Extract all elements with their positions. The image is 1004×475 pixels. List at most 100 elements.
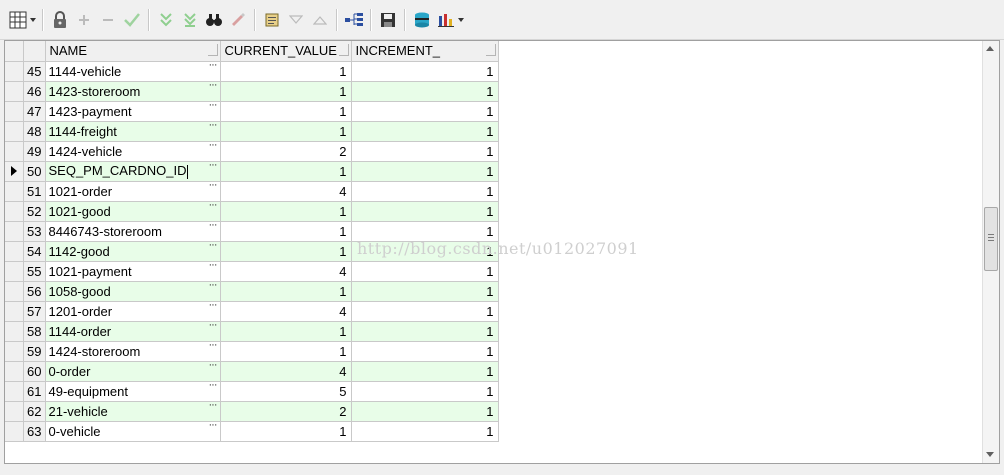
table-row[interactable]: 61 49-equipment ··· 5 1 <box>5 381 499 402</box>
cell-current-value[interactable]: 1 <box>220 121 352 142</box>
cell-increment[interactable]: 1 <box>351 101 499 122</box>
table-row[interactable]: 53 8446743-storeroom ··· 1 1 <box>5 221 499 242</box>
cell-name[interactable]: 1144-vehicle ··· <box>45 61 221 82</box>
cell-current-value[interactable]: 4 <box>220 361 352 382</box>
row-indicator[interactable] <box>5 341 24 362</box>
find-icon[interactable] <box>203 9 225 31</box>
table-row[interactable]: 46 1423-storeroom ··· 1 1 <box>5 81 499 102</box>
cell-name[interactable]: 49-equipment ··· <box>45 381 221 402</box>
header-increment-filter-icon[interactable] <box>485 44 496 56</box>
cell-name[interactable]: SEQ_PM_CARDNO_ID ··· <box>45 161 221 182</box>
table-row[interactable]: 62 21-vehicle ··· 2 1 <box>5 401 499 422</box>
header-name-filter-icon[interactable] <box>207 44 218 56</box>
cell-current-value[interactable]: 1 <box>220 101 352 122</box>
row-indicator[interactable] <box>5 221 24 242</box>
lock-icon[interactable] <box>49 9 71 31</box>
cell-current-value[interactable]: 1 <box>220 161 352 182</box>
table-row[interactable]: 60 0-order ··· 4 1 <box>5 361 499 382</box>
cell-increment[interactable]: 1 <box>351 421 499 442</box>
add-icon[interactable] <box>73 9 95 31</box>
up-icon[interactable] <box>309 9 331 31</box>
vertical-scrollbar[interactable] <box>982 41 999 463</box>
row-indicator[interactable] <box>5 81 24 102</box>
cell-ellipsis-button[interactable]: ··· <box>209 161 218 171</box>
cell-name[interactable]: 1424-storeroom ··· <box>45 341 221 362</box>
table-row[interactable]: 58 1144-order ··· 1 1 <box>5 321 499 342</box>
scroll-thumb[interactable] <box>984 207 998 271</box>
next-record-icon[interactable] <box>155 9 177 31</box>
cell-ellipsis-button[interactable]: ··· <box>209 181 218 191</box>
cell-increment[interactable]: 1 <box>351 401 499 422</box>
table-row[interactable]: 49 1424-vehicle ··· 2 1 <box>5 141 499 162</box>
table-row[interactable]: 45 1144-vehicle ··· 1 1 <box>5 61 499 82</box>
clear-icon[interactable] <box>227 9 249 31</box>
query-icon[interactable] <box>261 9 283 31</box>
database-icon[interactable] <box>411 9 433 31</box>
table-row[interactable]: 57 1201-order ··· 4 1 <box>5 301 499 322</box>
cell-increment[interactable]: 1 <box>351 321 499 342</box>
check-icon[interactable] <box>121 9 143 31</box>
cell-current-value[interactable]: 1 <box>220 221 352 242</box>
cell-increment[interactable]: 1 <box>351 161 499 182</box>
chart-dropdown-arrow-icon[interactable] <box>458 9 464 31</box>
cell-name[interactable]: 1424-vehicle ··· <box>45 141 221 162</box>
cell-ellipsis-button[interactable]: ··· <box>209 141 218 151</box>
row-indicator[interactable] <box>5 301 24 322</box>
row-indicator[interactable] <box>5 141 24 162</box>
cell-name[interactable]: 8446743-storeroom ··· <box>45 221 221 242</box>
cell-ellipsis-button[interactable]: ··· <box>209 241 218 251</box>
table-row[interactable]: 50 SEQ_PM_CARDNO_ID ··· 1 1 <box>5 161 499 182</box>
cell-increment[interactable]: 1 <box>351 81 499 102</box>
chart-icon[interactable] <box>435 9 457 31</box>
cell-name[interactable]: 1423-payment ··· <box>45 101 221 122</box>
cell-current-value[interactable]: 1 <box>220 341 352 362</box>
cell-ellipsis-button[interactable]: ··· <box>209 321 218 331</box>
table-row[interactable]: 55 1021-payment ··· 4 1 <box>5 261 499 282</box>
cell-increment[interactable]: 1 <box>351 261 499 282</box>
cell-increment[interactable]: 1 <box>351 301 499 322</box>
cell-name[interactable]: 21-vehicle ··· <box>45 401 221 422</box>
cell-ellipsis-button[interactable]: ··· <box>209 341 218 351</box>
cell-increment[interactable]: 1 <box>351 221 499 242</box>
cell-ellipsis-button[interactable]: ··· <box>209 301 218 311</box>
cell-name[interactable]: 0-order ··· <box>45 361 221 382</box>
cell-name[interactable]: 0-vehicle ··· <box>45 421 221 442</box>
scroll-up-icon[interactable] <box>986 46 994 51</box>
cell-current-value[interactable]: 2 <box>220 141 352 162</box>
table-row[interactable]: 47 1423-payment ··· 1 1 <box>5 101 499 122</box>
row-indicator[interactable] <box>5 181 24 202</box>
cell-name[interactable]: 1058-good ··· <box>45 281 221 302</box>
cell-ellipsis-button[interactable]: ··· <box>209 101 218 111</box>
cell-ellipsis-button[interactable]: ··· <box>209 121 218 131</box>
scroll-down-icon[interactable] <box>986 452 994 457</box>
grid-icon[interactable] <box>7 9 29 31</box>
last-record-icon[interactable] <box>179 9 201 31</box>
cell-current-value[interactable]: 5 <box>220 381 352 402</box>
cell-ellipsis-button[interactable]: ··· <box>209 281 218 291</box>
row-indicator[interactable] <box>5 261 24 282</box>
grid-dropdown-arrow-icon[interactable] <box>30 9 36 31</box>
table-row[interactable]: 48 1144-freight ··· 1 1 <box>5 121 499 142</box>
cell-name[interactable]: 1201-order ··· <box>45 301 221 322</box>
cell-current-value[interactable]: 4 <box>220 301 352 322</box>
table-row[interactable]: 63 0-vehicle ··· 1 1 <box>5 421 499 442</box>
cell-name[interactable]: 1142-good ··· <box>45 241 221 262</box>
cell-ellipsis-button[interactable]: ··· <box>209 261 218 271</box>
row-indicator[interactable] <box>5 241 24 262</box>
row-indicator[interactable] <box>5 161 24 182</box>
cell-increment[interactable]: 1 <box>351 361 499 382</box>
cell-increment[interactable]: 1 <box>351 181 499 202</box>
table-row[interactable]: 56 1058-good ··· 1 1 <box>5 281 499 302</box>
cell-ellipsis-button[interactable]: ··· <box>209 81 218 91</box>
row-indicator[interactable] <box>5 61 24 82</box>
down-icon[interactable] <box>285 9 307 31</box>
cell-ellipsis-button[interactable]: ··· <box>209 61 218 71</box>
cell-ellipsis-button[interactable]: ··· <box>209 401 218 411</box>
table-row[interactable]: 51 1021-order ··· 4 1 <box>5 181 499 202</box>
header-name[interactable]: NAME <box>45 41 221 62</box>
cell-increment[interactable]: 1 <box>351 201 499 222</box>
cell-current-value[interactable]: 1 <box>220 61 352 82</box>
cell-current-value[interactable]: 1 <box>220 201 352 222</box>
header-current-value[interactable]: CURRENT_VALUE <box>220 41 352 62</box>
cell-current-value[interactable]: 2 <box>220 401 352 422</box>
